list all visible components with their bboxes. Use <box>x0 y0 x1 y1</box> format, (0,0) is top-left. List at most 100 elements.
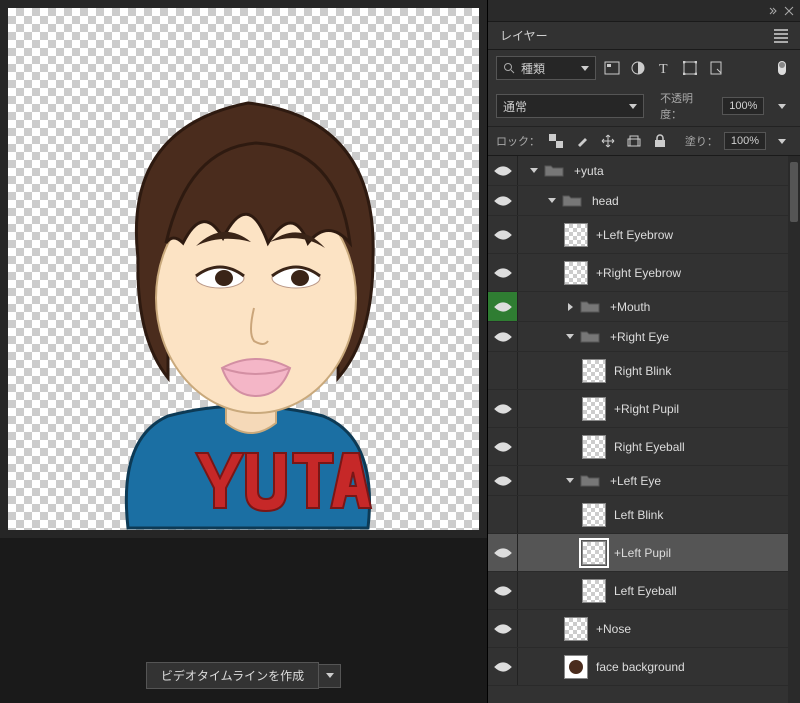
fill-value[interactable]: 100% <box>724 132 766 150</box>
visibility-toggle[interactable] <box>488 428 518 465</box>
layer-name[interactable]: Left Eyeball <box>614 584 677 598</box>
layer-thumbnail[interactable] <box>564 655 588 679</box>
disclosure-triangle[interactable] <box>546 195 558 207</box>
create-video-timeline-button[interactable]: ビデオタイムラインを作成 <box>146 662 341 689</box>
layer-thumbnail[interactable] <box>582 435 606 459</box>
visibility-toggle[interactable] <box>488 466 518 495</box>
layer-row-lblink[interactable]: Left Blink <box>488 496 800 534</box>
filter-smart-icon[interactable] <box>706 58 726 78</box>
layer-body[interactable]: Right Blink <box>518 352 800 389</box>
lock-all-icon[interactable] <box>650 131 670 151</box>
visibility-toggle[interactable] <box>488 572 518 609</box>
layer-name[interactable]: +Right Eye <box>610 330 669 344</box>
layer-body[interactable]: +Left Eyebrow <box>518 216 800 253</box>
layer-row-rblink[interactable]: Right Blink <box>488 352 800 390</box>
layer-name[interactable]: Left Blink <box>614 508 663 522</box>
visibility-toggle[interactable] <box>488 186 518 215</box>
layer-name[interactable]: +Left Eyebrow <box>596 228 673 242</box>
layer-name[interactable]: Right Eyeball <box>614 440 685 454</box>
layer-name[interactable]: head <box>592 194 619 208</box>
layer-body[interactable]: +Nose <box>518 610 800 647</box>
layer-row-reye[interactable]: +Right Eye <box>488 322 800 352</box>
canvas-viewport[interactable] <box>0 0 487 538</box>
disclosure-triangle[interactable] <box>528 165 540 177</box>
layer-row-reb[interactable]: +Right Eyebrow <box>488 254 800 292</box>
layer-body[interactable]: +yuta <box>518 156 800 185</box>
layer-row-rball[interactable]: Right Eyeball <box>488 428 800 466</box>
layer-name[interactable]: Right Blink <box>614 364 671 378</box>
visibility-toggle[interactable] <box>488 216 518 253</box>
layer-body[interactable]: Left Eyeball <box>518 572 800 609</box>
close-icon[interactable] <box>784 6 794 16</box>
collapse-icon[interactable] <box>768 6 778 16</box>
layer-body[interactable]: head <box>518 186 800 215</box>
visibility-toggle[interactable] <box>488 610 518 647</box>
layer-row-lpupil[interactable]: +Left Pupil <box>488 534 800 572</box>
layer-name[interactable]: +Right Pupil <box>614 402 679 416</box>
scrollbar-thumb[interactable] <box>790 162 798 222</box>
scrollbar[interactable] <box>788 156 800 703</box>
layer-body[interactable]: +Right Pupil <box>518 390 800 427</box>
opacity-dropdown[interactable] <box>772 96 792 116</box>
visibility-toggle[interactable] <box>488 534 518 571</box>
layer-body[interactable]: +Mouth <box>518 292 800 321</box>
panel-menu-icon[interactable] <box>774 29 788 43</box>
layer-row-leb[interactable]: +Left Eyebrow <box>488 216 800 254</box>
visibility-toggle[interactable] <box>488 322 518 351</box>
layer-row-facebg[interactable]: face background <box>488 648 800 686</box>
layer-thumbnail[interactable] <box>564 223 588 247</box>
layer-row-lball[interactable]: Left Eyeball <box>488 572 800 610</box>
layer-thumbnail[interactable] <box>564 617 588 641</box>
layer-row-leye[interactable]: +Left Eye <box>488 466 800 496</box>
filter-toggle-switch[interactable] <box>772 58 792 78</box>
disclosure-triangle[interactable] <box>564 475 576 487</box>
layer-name[interactable]: +Right Eyebrow <box>596 266 681 280</box>
layer-body[interactable]: +Right Eye <box>518 322 800 351</box>
layer-body[interactable]: Left Blink <box>518 496 800 533</box>
layer-thumbnail[interactable] <box>582 397 606 421</box>
layer-thumbnail[interactable] <box>582 579 606 603</box>
layer-row-mouth[interactable]: +Mouth <box>488 292 800 322</box>
layer-body[interactable]: +Right Eyebrow <box>518 254 800 291</box>
filter-kind-select[interactable]: 種類 <box>496 56 596 80</box>
disclosure-triangle[interactable] <box>564 331 576 343</box>
canvas[interactable] <box>8 8 479 530</box>
visibility-toggle[interactable] <box>488 156 518 185</box>
layer-thumbnail[interactable] <box>582 359 606 383</box>
panel-title[interactable]: レイヤー <box>500 27 548 44</box>
visibility-toggle[interactable] <box>488 352 518 389</box>
layer-body[interactable]: +Left Pupil <box>518 534 800 571</box>
visibility-toggle[interactable] <box>488 254 518 291</box>
layer-name[interactable]: +Nose <box>596 622 631 636</box>
timeline-button-dropdown[interactable] <box>319 664 341 688</box>
visibility-toggle[interactable] <box>488 648 518 685</box>
layer-row-head[interactable]: head <box>488 186 800 216</box>
filter-pixel-icon[interactable] <box>602 58 622 78</box>
layer-body[interactable]: Right Eyeball <box>518 428 800 465</box>
layer-thumbnail[interactable] <box>582 503 606 527</box>
layer-name[interactable]: +Left Pupil <box>614 546 671 560</box>
visibility-toggle[interactable] <box>488 496 518 533</box>
layer-body[interactable]: face background <box>518 648 800 685</box>
lock-paint-icon[interactable] <box>572 131 592 151</box>
disclosure-triangle[interactable] <box>564 301 576 313</box>
filter-adjust-icon[interactable] <box>628 58 648 78</box>
layer-name[interactable]: face background <box>596 660 685 674</box>
layer-name[interactable]: +Mouth <box>610 300 650 314</box>
layer-row-yuta[interactable]: +yuta <box>488 156 800 186</box>
layer-name[interactable]: +Left Eye <box>610 474 661 488</box>
layer-name[interactable]: +yuta <box>574 164 604 178</box>
blend-mode-select[interactable]: 通常 <box>496 94 644 118</box>
fill-dropdown[interactable] <box>772 131 792 151</box>
layer-row-rpupil[interactable]: +Right Pupil <box>488 390 800 428</box>
layer-thumbnail[interactable] <box>582 541 606 565</box>
lock-move-icon[interactable] <box>598 131 618 151</box>
layer-thumbnail[interactable] <box>564 261 588 285</box>
layer-body[interactable]: +Left Eye <box>518 466 800 495</box>
visibility-toggle[interactable] <box>488 390 518 427</box>
layer-row-nose[interactable]: +Nose <box>488 610 800 648</box>
lock-artboard-icon[interactable] <box>624 131 644 151</box>
filter-type-icon[interactable]: T <box>654 58 674 78</box>
visibility-toggle[interactable] <box>488 292 518 321</box>
opacity-value[interactable]: 100% <box>722 97 764 115</box>
